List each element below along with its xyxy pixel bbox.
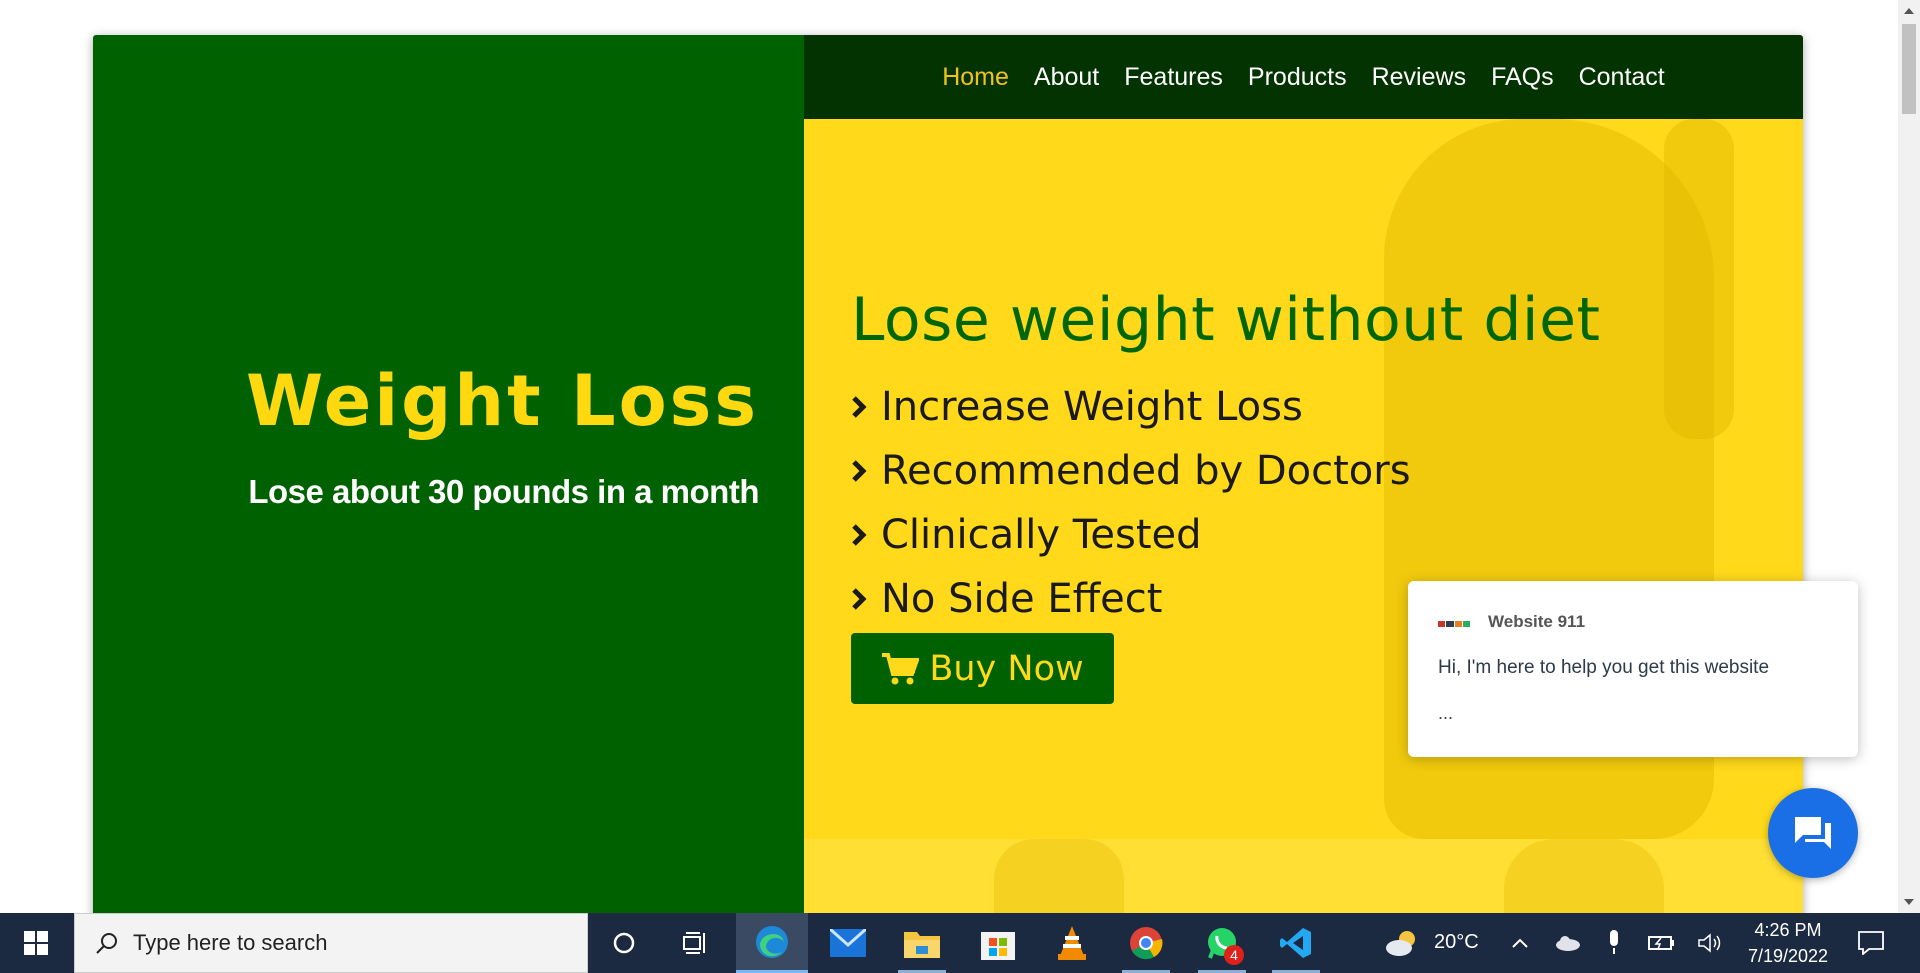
clock-date[interactable]: 7/19/2022 (1740, 946, 1836, 967)
edge-browser-button[interactable] (736, 913, 808, 973)
folder-icon (904, 932, 940, 958)
vlc-button[interactable] (1036, 913, 1108, 973)
search-input[interactable] (133, 930, 533, 956)
nav-features[interactable]: Features (1124, 63, 1223, 92)
chevron-right-icon (851, 451, 875, 491)
feature-item: Recommended by Doctors (851, 439, 1601, 503)
search-icon (96, 933, 117, 954)
chat-launcher-button[interactable] (1768, 788, 1858, 878)
clock-time[interactable]: 4:26 PM (1748, 920, 1828, 941)
microphone-icon (1610, 930, 1618, 954)
cortana-circle-icon (613, 932, 635, 954)
brand-subtitle: Lose about 30 pounds in a month (248, 473, 759, 510)
main-nav: Home About Features Products Reviews FAQ… (804, 35, 1803, 119)
battery-charging-icon (1648, 936, 1674, 950)
feature-label: Recommended by Doctors (881, 448, 1411, 494)
page-scrollbar[interactable] (1898, 0, 1920, 913)
feature-label: Increase Weight Loss (881, 384, 1303, 430)
vscode-button[interactable] (1260, 913, 1332, 973)
browser-viewport: Weight Loss Lose about 30 pounds in a mo… (0, 0, 1898, 913)
chrome-button[interactable] (1110, 913, 1182, 973)
task-view-icon (683, 932, 705, 954)
feature-label: Clinically Tested (881, 512, 1202, 558)
feature-item: Clinically Tested (851, 503, 1601, 567)
chevron-right-icon (851, 387, 875, 427)
cloud-icon (1556, 936, 1580, 951)
chat-popup[interactable]: Website 911 Hi, I'm here to help you get… (1408, 581, 1858, 757)
chat-message: Hi, I'm here to help you get this websit… (1438, 657, 1770, 678)
chat-sender-name: Website 911 (1488, 612, 1586, 631)
windows-logo-icon (24, 931, 48, 955)
vscode-icon (1280, 928, 1311, 958)
nav-reviews[interactable]: Reviews (1372, 63, 1466, 92)
nav-products[interactable]: Products (1248, 63, 1347, 92)
microphone-button[interactable] (1596, 913, 1632, 973)
notification-badge: 4 (1224, 945, 1244, 965)
show-hidden-icons-button[interactable] (1502, 913, 1538, 973)
hero-card: Weight Loss Lose about 30 pounds in a mo… (93, 35, 1803, 913)
scroll-down-arrow-icon[interactable] (1898, 893, 1920, 911)
notification-center-icon (1858, 931, 1884, 955)
nav-contact[interactable]: Contact (1579, 63, 1665, 92)
hero-panel: Home About Features Products Reviews FAQ… (804, 35, 1803, 913)
task-view-button[interactable] (660, 913, 732, 973)
edge-icon (756, 925, 788, 958)
buy-now-button[interactable]: Buy Now (851, 633, 1114, 704)
windows-taskbar: 4 20°C 4:26 PM 7/19/2022 (0, 913, 1920, 973)
temperature-text[interactable]: 20°C (1434, 931, 1479, 954)
hero-content: Lose weight without diet Increase Weight… (851, 285, 1601, 631)
mail-button[interactable] (812, 913, 884, 973)
volume-button[interactable] (1692, 913, 1728, 973)
store-icon (981, 932, 1015, 960)
nav-faqs[interactable]: FAQs (1491, 63, 1554, 92)
feature-item: Increase Weight Loss (851, 375, 1601, 439)
onedrive-button[interactable] (1550, 913, 1586, 973)
shopping-cart-icon (882, 652, 920, 684)
weather-widget[interactable] (1380, 913, 1424, 973)
taskbar-search[interactable] (74, 913, 588, 973)
mail-icon (830, 929, 866, 957)
scroll-thumb[interactable] (1902, 24, 1916, 114)
vlc-cone-icon (1058, 926, 1086, 960)
cortana-button[interactable] (588, 913, 660, 973)
whatsapp-button[interactable]: 4 (1186, 913, 1258, 973)
background-figure-arm (1664, 119, 1734, 439)
scroll-up-arrow-icon[interactable] (1898, 2, 1920, 20)
notifications-button[interactable] (1846, 913, 1896, 973)
buy-now-label: Buy Now (929, 648, 1084, 689)
speaker-icon (1698, 933, 1721, 953)
chevron-right-icon (851, 579, 875, 619)
nav-about[interactable]: About (1034, 63, 1099, 92)
partly-cloudy-icon (1386, 931, 1415, 956)
nav-home[interactable]: Home (942, 63, 1009, 92)
ms-store-button[interactable] (962, 913, 1034, 973)
brand-title: Weight Loss (246, 360, 759, 442)
feature-label: No Side Effect (881, 576, 1163, 622)
chrome-icon (1130, 927, 1163, 960)
file-explorer-button[interactable] (886, 913, 958, 973)
chat-typing-dots: ... (1438, 703, 1454, 723)
background-figure-legs-2 (1504, 839, 1664, 913)
background-figure-legs (994, 839, 1124, 913)
battery-button[interactable] (1644, 913, 1680, 973)
company-logo-icon (1438, 619, 1470, 629)
chevron-up-icon (1512, 938, 1528, 948)
chevron-right-icon (851, 515, 875, 555)
hero-heading: Lose weight without diet (851, 285, 1601, 355)
brand-panel: Weight Loss Lose about 30 pounds in a mo… (93, 35, 804, 913)
chat-bubbles-icon (1795, 817, 1831, 849)
start-button[interactable] (0, 913, 72, 973)
